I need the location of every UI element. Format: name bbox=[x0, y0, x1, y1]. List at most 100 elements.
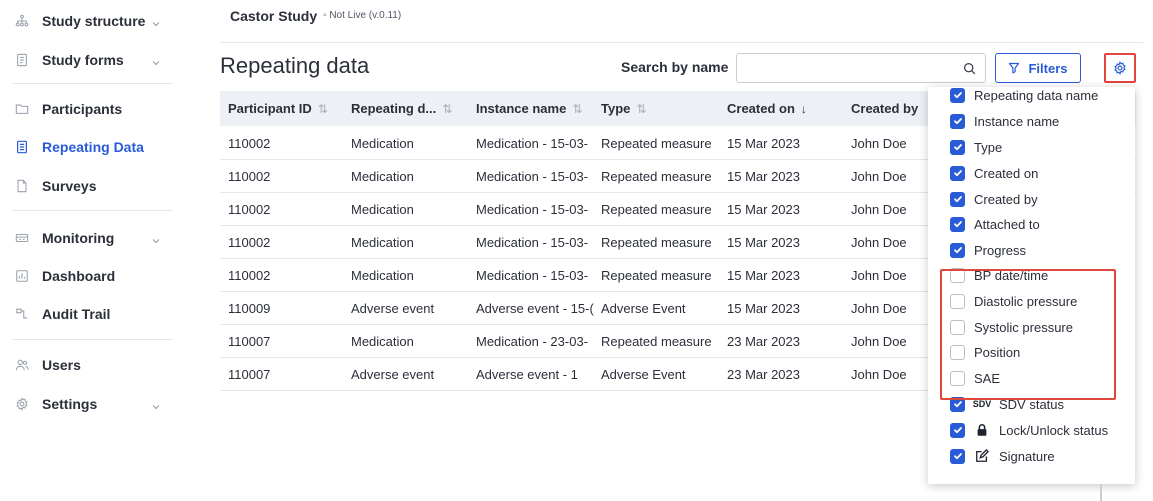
checkbox[interactable] bbox=[950, 396, 965, 412]
table-cell: 110002 bbox=[228, 268, 271, 283]
study-status-badge: ◦ Not Live (v.0.11) bbox=[323, 10, 402, 21]
column-option-progress[interactable]: Progress bbox=[950, 240, 1026, 260]
table-cell: Adverse event - 1 bbox=[476, 367, 578, 382]
search-input[interactable] bbox=[745, 54, 955, 82]
page-title: Repeating data bbox=[220, 53, 370, 78]
sidebar-item-dashboard[interactable]: Dashboard bbox=[0, 261, 173, 291]
search-label: Search by name bbox=[621, 59, 729, 75]
column-option-lock-unlock-status[interactable]: Lock/Unlock status bbox=[950, 420, 1108, 440]
column-settings-button[interactable] bbox=[1104, 53, 1136, 83]
table-cell: Repeated measure bbox=[601, 136, 712, 151]
column-option-label: Instance name bbox=[974, 113, 1060, 129]
search-box[interactable] bbox=[736, 53, 986, 83]
checkbox[interactable] bbox=[950, 242, 965, 258]
survey-icon bbox=[15, 179, 29, 193]
checkbox[interactable] bbox=[950, 344, 965, 360]
column-option-diastolic-pressure[interactable]: Diastolic pressure bbox=[950, 291, 1077, 311]
checkbox[interactable] bbox=[950, 165, 965, 181]
table-cell: Medication bbox=[351, 169, 414, 184]
column-option-created-on[interactable]: Created on bbox=[950, 163, 1038, 183]
column-header[interactable]: Instance name ⇅ bbox=[476, 91, 582, 126]
column-option-attached-to[interactable]: Attached to bbox=[950, 214, 1040, 234]
sort-icon[interactable]: ↓ bbox=[801, 102, 807, 116]
column-header[interactable]: Repeating d... ⇅ bbox=[351, 91, 452, 126]
column-option-repeating-data-name[interactable]: Repeating data name bbox=[950, 85, 1098, 105]
chevron-down-icon[interactable] bbox=[151, 399, 161, 410]
checkbox[interactable] bbox=[950, 370, 965, 386]
audit-trail-icon bbox=[15, 307, 29, 321]
checkbox[interactable] bbox=[950, 448, 965, 464]
sidebar-item-study-structure[interactable]: Study structure bbox=[0, 6, 173, 36]
checkbox[interactable] bbox=[950, 87, 965, 103]
column-option-type[interactable]: Type bbox=[950, 137, 1002, 157]
sidebar-item-label: Settings bbox=[42, 396, 98, 412]
checkbox[interactable] bbox=[950, 293, 965, 309]
column-option-position[interactable]: Position bbox=[950, 342, 1020, 362]
table-cell: 110002 bbox=[228, 136, 271, 151]
checkbox[interactable] bbox=[950, 113, 965, 129]
sort-icon[interactable]: ⇅ bbox=[442, 102, 452, 116]
sidebar: Study structure Study forms Participants Re… bbox=[0, 0, 173, 501]
column-header[interactable]: Participant ID ⇅ bbox=[228, 91, 328, 126]
column-header[interactable]: Created on ↓ bbox=[727, 91, 807, 126]
table-cell: Repeated measure bbox=[601, 235, 712, 250]
chevron-down-icon[interactable] bbox=[151, 233, 161, 244]
filter-icon bbox=[1009, 62, 1020, 74]
sidebar-item-participants[interactable]: Participants bbox=[0, 94, 173, 124]
checkbox[interactable] bbox=[950, 319, 965, 335]
sidebar-item-monitoring[interactable]: Monitoring bbox=[0, 223, 173, 253]
column-option-instance-name[interactable]: Instance name bbox=[950, 111, 1059, 131]
column-header-label: Created on bbox=[727, 101, 795, 116]
column-header-label: Created by bbox=[851, 101, 919, 116]
column-option-label: Created by bbox=[974, 191, 1038, 207]
checkbox[interactable] bbox=[950, 191, 965, 207]
checkbox[interactable] bbox=[950, 422, 965, 438]
checkbox[interactable] bbox=[950, 139, 965, 155]
sidebar-item-label: Repeating Data bbox=[42, 139, 144, 155]
sort-icon[interactable]: ⇅ bbox=[636, 102, 646, 116]
column-header[interactable]: Type ⇅ bbox=[601, 91, 646, 126]
column-option-created-by[interactable]: Created by bbox=[950, 189, 1038, 209]
column-option-label: Type bbox=[974, 139, 1003, 155]
table-cell: 15 Mar 2023 bbox=[727, 301, 800, 316]
table-cell: 23 Mar 2023 bbox=[727, 334, 800, 349]
column-option-label: Position bbox=[974, 344, 1021, 360]
scrollbar[interactable] bbox=[1100, 484, 1102, 501]
table-cell: John Doe bbox=[851, 367, 907, 382]
sidebar-item-label: Surveys bbox=[42, 178, 97, 194]
search-icon[interactable] bbox=[963, 62, 976, 75]
checkbox[interactable] bbox=[950, 267, 965, 283]
sidebar-item-surveys[interactable]: Surveys bbox=[0, 171, 173, 201]
sidebar-item-label: Study structure bbox=[42, 13, 146, 29]
column-option-sdv-status[interactable]: SDV SDV status bbox=[950, 394, 1064, 414]
column-option-signature[interactable]: Signature bbox=[950, 446, 1055, 466]
column-header-label: Repeating d... bbox=[351, 101, 437, 116]
filters-button[interactable]: Filters bbox=[995, 53, 1081, 83]
column-option-systolic-pressure[interactable]: Systolic pressure bbox=[950, 317, 1073, 337]
tree-icon bbox=[15, 14, 29, 28]
checkbox[interactable] bbox=[950, 216, 965, 232]
sidebar-item-audit-trail[interactable]: Audit Trail bbox=[0, 299, 173, 329]
table-cell: 23 Mar 2023 bbox=[727, 367, 800, 382]
table-cell: 110002 bbox=[228, 202, 271, 217]
column-header[interactable]: Created by bbox=[851, 91, 918, 126]
sidebar-item-label: Monitoring bbox=[42, 230, 115, 246]
sidebar-item-settings[interactable]: Settings bbox=[0, 389, 173, 419]
table-cell: 15 Mar 2023 bbox=[727, 202, 800, 217]
filters-label: Filters bbox=[1028, 60, 1068, 76]
table-cell: Medication bbox=[351, 136, 414, 151]
chevron-down-icon[interactable] bbox=[151, 55, 161, 66]
sort-icon[interactable]: ⇅ bbox=[318, 102, 328, 116]
repeat-form-icon bbox=[15, 140, 29, 154]
sidebar-item-study-forms[interactable]: Study forms bbox=[0, 45, 173, 75]
table-cell: 15 Mar 2023 bbox=[727, 268, 800, 283]
sidebar-item-users[interactable]: Users bbox=[0, 350, 173, 380]
column-option-sae[interactable]: SAE bbox=[950, 368, 1000, 388]
sidebar-item-repeating-data[interactable]: Repeating Data bbox=[0, 132, 173, 162]
chevron-down-icon[interactable] bbox=[151, 16, 161, 27]
sort-icon[interactable]: ⇅ bbox=[572, 102, 582, 116]
sidebar-divider bbox=[12, 83, 173, 84]
column-option-bp-date-time[interactable]: BP date/time bbox=[950, 265, 1048, 285]
dashboard-icon bbox=[15, 269, 29, 283]
table-cell: 110007 bbox=[228, 334, 271, 349]
